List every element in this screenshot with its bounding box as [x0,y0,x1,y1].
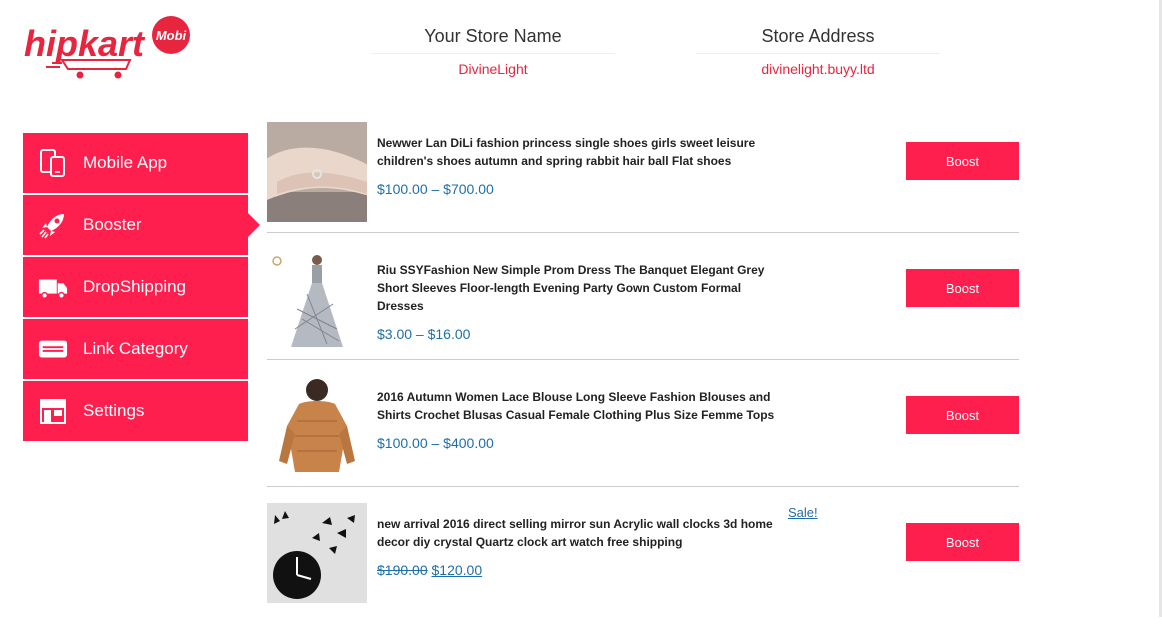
boost-button[interactable]: Boost [906,142,1019,180]
boost-button[interactable]: Boost [906,523,1019,561]
product-list: Newwer Lan DiLi fashion princess single … [267,122,1019,629]
store-address-value: divinelight.buyy.ltd [761,61,875,77]
store-name-label: Your Store Name [371,26,615,54]
store-icon [38,396,68,426]
boost-button[interactable]: Boost [906,396,1019,434]
sale-badge[interactable]: Sale! [788,505,818,520]
sidebar-item-label: Booster [83,215,142,234]
sidebar-item-label: DropShipping [83,277,187,296]
product-title[interactable]: 2016 Autumn Women Lace Blouse Long Sleev… [377,388,782,424]
product-title[interactable]: Riu SSYFashion New Simple Prom Dress The… [377,261,782,315]
sidebar-item-link-category[interactable]: Link Category [23,319,248,379]
product-image[interactable] [267,376,367,476]
product-row: new arrival 2016 direct selling mirror s… [267,503,1019,613]
store-address-block: Store Address divinelight.buyy.ltd [696,26,940,77]
truck-icon [38,272,68,302]
store-name-value: DivineLight [458,61,528,77]
hipkart-mobi-logo[interactable]: hipkart Mobi [22,14,197,84]
store-name-block: Your Store Name DivineLight [371,26,615,77]
sidebar-item-booster[interactable]: Booster [23,195,260,255]
rocket-icon [38,210,68,240]
product-price: $100.00 – $700.00 [377,181,494,197]
product-image[interactable] [267,249,367,349]
product-row: Newwer Lan DiLi fashion princess single … [267,122,1019,233]
card-icon [38,334,68,364]
sidebar-item-mobile-app[interactable]: Mobile App [23,133,248,193]
sale-price[interactable]: $120.00 [432,562,483,578]
svg-text:Mobi: Mobi [156,28,187,43]
product-row: 2016 Autumn Women Lace Blouse Long Sleev… [267,376,1019,487]
sidebar-item-label: Settings [83,401,145,420]
product-image[interactable] [267,503,367,603]
product-info: new arrival 2016 direct selling mirror s… [377,515,782,578]
product-info: Riu SSYFashion New Simple Prom Dress The… [377,261,782,342]
old-price: $190.00 [377,562,428,578]
mobile-devices-icon [38,148,68,178]
svg-text:hipkart: hipkart [24,23,146,64]
sidebar-item-settings[interactable]: Settings [23,381,248,441]
sidebar-item-dropshipping[interactable]: DropShipping [23,257,248,317]
product-image[interactable] [267,122,367,222]
product-info: 2016 Autumn Women Lace Blouse Long Sleev… [377,388,782,451]
sidebar-item-label: Link Category [83,339,188,358]
product-price: $3.00 – $16.00 [377,326,471,342]
product-info: Newwer Lan DiLi fashion princess single … [377,134,782,197]
product-row: Riu SSYFashion New Simple Prom Dress The… [267,249,1019,360]
sidebar-nav: Mobile App Booster DropShipping Link Cat… [23,133,260,443]
store-address-label: Store Address [696,26,940,54]
product-title[interactable]: new arrival 2016 direct selling mirror s… [377,515,782,551]
product-title[interactable]: Newwer Lan DiLi fashion princess single … [377,134,782,170]
boost-button[interactable]: Boost [906,269,1019,307]
product-price: $100.00 – $400.00 [377,435,494,451]
sidebar-item-label: Mobile App [83,153,168,172]
product-price: $190.00 $120.00 [377,562,782,578]
